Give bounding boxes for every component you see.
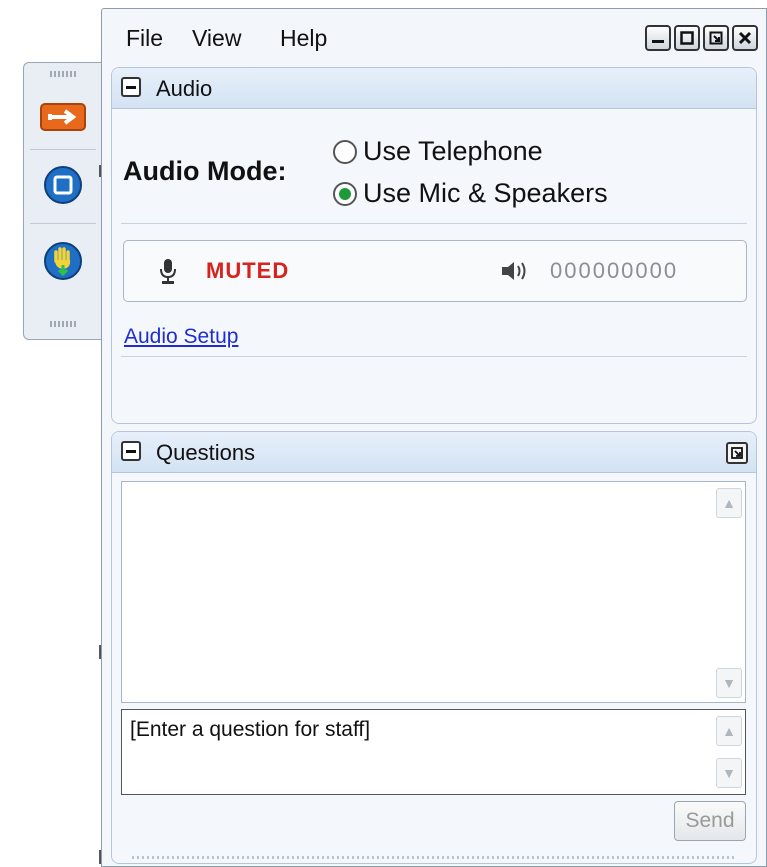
- scroll-down-icon[interactable]: ▼: [716, 668, 742, 698]
- audio-setup-link[interactable]: Audio Setup: [124, 325, 238, 349]
- window-controls: [645, 25, 758, 51]
- audio-collapse-button[interactable]: [121, 77, 141, 97]
- toolbar-grip-top[interactable]: [50, 71, 76, 77]
- audio-panel-header: Audio: [112, 68, 756, 109]
- arrow-right-button[interactable]: [32, 91, 94, 143]
- use-mic-speakers-label: Use Mic & Speakers: [363, 178, 608, 208]
- questions-panel-title: Questions: [156, 440, 256, 465]
- send-button[interactable]: Send: [674, 801, 746, 841]
- questions-panel: Questions ▲ ▼ [Enter a question for staf…: [111, 431, 757, 864]
- questions-collapse-button[interactable]: [121, 441, 141, 461]
- audio-status-box: MUTED 000000000: [123, 240, 747, 302]
- use-mic-speakers-radio[interactable]: [333, 181, 357, 206]
- stop-button[interactable]: [32, 159, 94, 211]
- restore-icon: [680, 31, 694, 45]
- minimize-button[interactable]: [645, 25, 671, 51]
- questions-panel-header: Questions: [112, 432, 756, 473]
- use-mic-speakers-option[interactable]: Use Mic & Speakers: [333, 178, 608, 209]
- question-input[interactable]: [Enter a question for staff] ▲ ▼: [121, 709, 746, 795]
- menu-file[interactable]: File: [126, 25, 163, 52]
- raise-hand-button[interactable]: [32, 235, 94, 287]
- audio-mode-label: Audio Mode:: [123, 156, 287, 186]
- divider: [121, 356, 747, 357]
- divider: [121, 223, 747, 224]
- audio-panel: Audio Audio Mode: Use Telephone Use Mic …: [111, 67, 757, 424]
- main-window: File View Help Audio Audio Mode: Use Tel…: [101, 8, 767, 867]
- questions-popout-button[interactable]: [726, 442, 748, 464]
- menu-view[interactable]: View: [192, 25, 241, 52]
- use-telephone-radio[interactable]: [333, 139, 357, 164]
- questions-history-scrollbar[interactable]: ▲ ▼: [711, 482, 745, 702]
- use-telephone-option[interactable]: Use Telephone: [333, 136, 543, 167]
- close-icon: [738, 31, 752, 45]
- arrow-right-icon: [40, 103, 86, 131]
- toolbar-separator: [30, 223, 96, 224]
- panel-resize-grip[interactable]: [132, 856, 736, 859]
- question-input-scrollbar[interactable]: ▲ ▼: [711, 710, 745, 794]
- speaker-level-meter: 000000000: [550, 258, 679, 283]
- toolbar-separator: [30, 149, 96, 150]
- minimize-icon: [652, 40, 664, 43]
- menu-bar: File View Help: [102, 9, 766, 65]
- menu-help[interactable]: Help: [280, 25, 327, 52]
- audio-panel-title: Audio: [156, 76, 213, 101]
- popout-icon: [709, 31, 723, 45]
- scroll-up-icon[interactable]: ▲: [716, 488, 742, 518]
- scroll-down-icon[interactable]: ▼: [716, 758, 742, 788]
- question-input-text: [Enter a question for staff]: [130, 718, 371, 741]
- close-button[interactable]: [732, 25, 758, 51]
- use-telephone-label: Use Telephone: [363, 136, 543, 166]
- stop-icon: [44, 166, 82, 204]
- popout-icon: [731, 447, 743, 459]
- scroll-up-icon[interactable]: ▲: [716, 716, 742, 746]
- raise-hand-icon: [44, 242, 82, 280]
- restore-button[interactable]: [674, 25, 700, 51]
- mic-status: MUTED: [206, 258, 290, 283]
- microphone-icon[interactable]: [158, 257, 178, 285]
- toolbar-grip-bottom[interactable]: [50, 321, 76, 327]
- questions-history[interactable]: ▲ ▼: [121, 481, 746, 703]
- side-toolbar: [23, 62, 101, 340]
- speaker-icon[interactable]: [500, 259, 530, 283]
- popout-window-button[interactable]: [703, 25, 729, 51]
